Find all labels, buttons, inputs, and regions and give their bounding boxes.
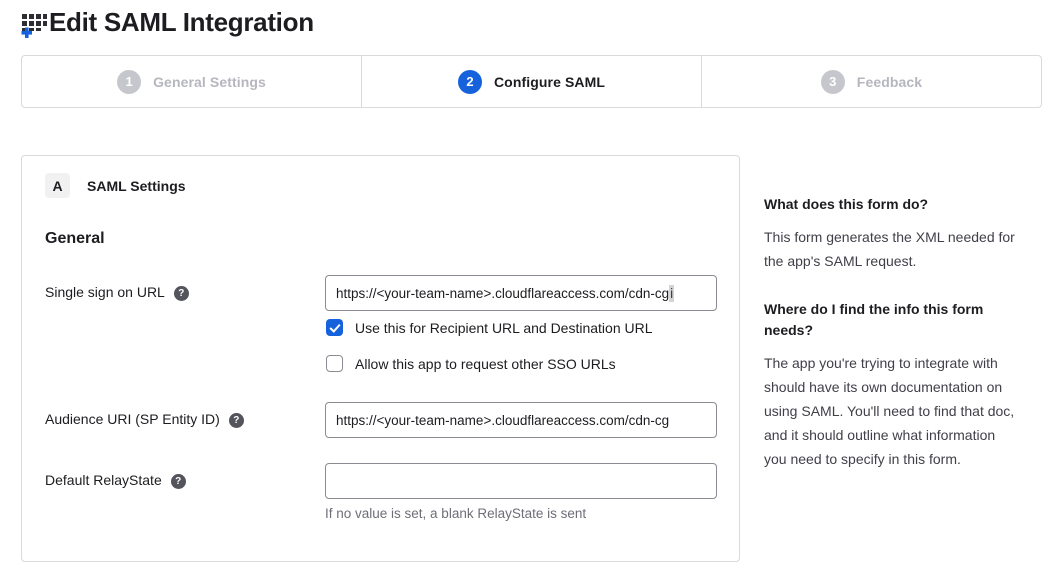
field-input-col: If no value is set, a blank RelayState i…: [325, 463, 717, 521]
recipient-url-checkbox-row[interactable]: Use this for Recipient URL and Destinati…: [326, 319, 717, 336]
other-sso-checkbox-row[interactable]: Allow this app to request other SSO URLs: [326, 355, 717, 372]
panel-header: A SAML Settings: [45, 173, 715, 198]
field-label-col: Default RelayState: [45, 463, 325, 521]
saml-settings-panel: A SAML Settings General Single sign on U…: [21, 155, 740, 562]
page-title: Edit SAML Integration: [49, 7, 314, 38]
recipient-url-checkbox-label: Use this for Recipient URL and Destinati…: [355, 320, 653, 336]
relay-state-label: Default RelayState: [45, 472, 162, 488]
recipient-url-checkbox[interactable]: [326, 319, 343, 336]
text-cursor-block: i: [669, 285, 674, 302]
field-input-col: https://<your-team-name>.cloudflareacces…: [325, 275, 717, 372]
step-label: General Settings: [153, 74, 266, 90]
main-content: A SAML Settings General Single sign on U…: [21, 155, 1042, 562]
step-number-badge: 3: [821, 70, 845, 94]
audience-uri-label: Audience URI (SP Entity ID): [45, 411, 220, 427]
relay-state-help-icon[interactable]: [171, 474, 186, 489]
field-row-relay-state: Default RelayState If no value is set, a…: [45, 463, 715, 521]
step-feedback[interactable]: 3 Feedback: [702, 56, 1041, 107]
field-input-col: [325, 402, 717, 438]
field-row-audience-uri: Audience URI (SP Entity ID): [45, 402, 715, 438]
step-general-settings[interactable]: 1 General Settings: [22, 56, 362, 107]
other-sso-checkbox[interactable]: [326, 355, 343, 372]
help-sidebar: What does this form do? This form genera…: [764, 155, 1016, 497]
sidebar-heading-where: Where do I find the info this form needs…: [764, 299, 1016, 341]
sso-url-label: Single sign on URL: [45, 284, 165, 300]
field-label-col: Audience URI (SP Entity ID): [45, 402, 325, 438]
wizard-stepper: 1 General Settings 2 Configure SAML 3 Fe…: [21, 55, 1042, 108]
section-a-badge: A: [45, 173, 70, 198]
audience-uri-input[interactable]: [325, 402, 717, 438]
step-configure-saml[interactable]: 2 Configure SAML: [362, 56, 702, 107]
page-header: Edit SAML Integration: [0, 0, 1063, 38]
field-label-col: Single sign on URL: [45, 275, 325, 372]
sidebar-body-what: This form generates the XML needed for t…: [764, 225, 1016, 273]
audience-uri-help-icon[interactable]: [229, 413, 244, 428]
relay-state-input[interactable]: [325, 463, 717, 499]
sso-url-input[interactable]: https://<your-team-name>.cloudflareacces…: [325, 275, 717, 311]
relay-state-hint: If no value is set, a blank RelayState i…: [325, 506, 717, 521]
other-sso-checkbox-label: Allow this app to request other SSO URLs: [355, 356, 616, 372]
sso-url-help-icon[interactable]: [174, 286, 189, 301]
section-title: SAML Settings: [87, 178, 186, 194]
step-label: Feedback: [857, 74, 922, 90]
sso-url-value: https://<your-team-name>.cloudflareacces…: [336, 286, 669, 301]
sidebar-heading-what: What does this form do?: [764, 194, 1016, 215]
sidebar-body-where: The app you're trying to integrate with …: [764, 351, 1016, 471]
app-grid-plus-icon: [20, 11, 47, 38]
step-number-badge: 1: [117, 70, 141, 94]
step-number-badge: 2: [458, 70, 482, 94]
general-group-heading: General: [45, 230, 715, 248]
field-row-sso-url: Single sign on URL https://<your-team-na…: [45, 275, 715, 372]
step-label: Configure SAML: [494, 74, 605, 90]
